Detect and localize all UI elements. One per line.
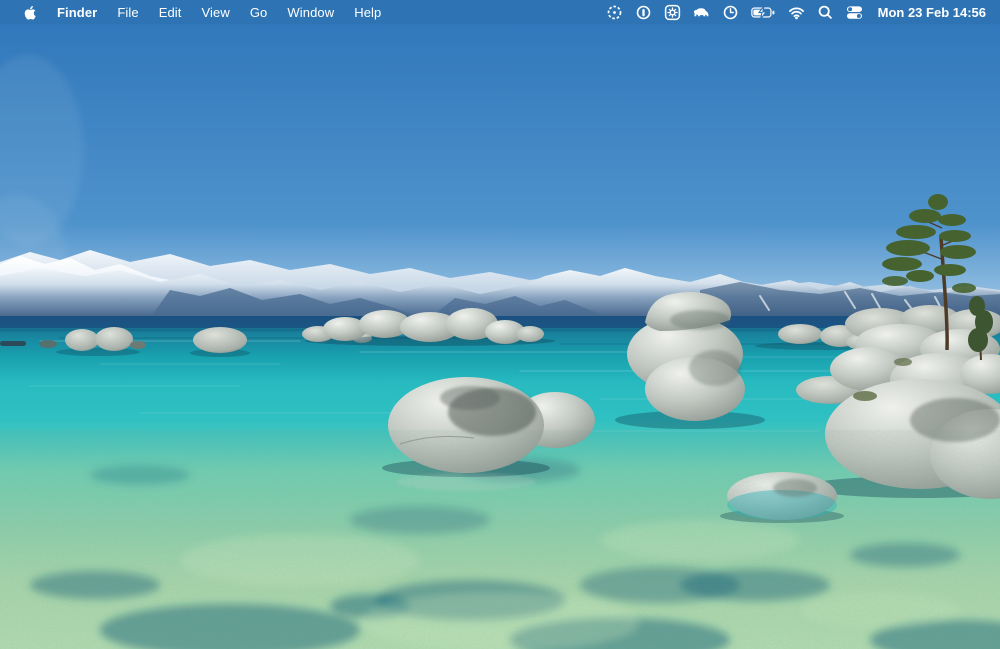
menu-file[interactable]: File (107, 0, 148, 24)
elephant-icon[interactable] (690, 0, 713, 24)
keyhole-circle-icon[interactable] (632, 0, 655, 24)
apple-menu[interactable] (12, 0, 47, 24)
gear-square-icon[interactable] (661, 0, 684, 24)
wifi-icon[interactable] (785, 0, 808, 24)
menu-left: Finder File Edit View Go Window Help (0, 0, 391, 24)
menu-go[interactable]: Go (240, 0, 278, 24)
apple-logo-icon (22, 4, 37, 21)
menu-app-name[interactable]: Finder (47, 0, 107, 24)
dashed-circle-icon[interactable] (603, 0, 626, 24)
clock-icon[interactable] (719, 0, 742, 24)
menu-window[interactable]: Window (277, 0, 344, 24)
battery-charging-icon[interactable] (748, 0, 779, 24)
menu-help[interactable]: Help (344, 0, 391, 24)
menu-bar-clock[interactable]: Mon 23 Feb 14:56 (872, 5, 990, 20)
spotlight-search-icon[interactable] (814, 0, 837, 24)
menu-edit[interactable]: Edit (149, 0, 192, 24)
desktop-wallpaper[interactable] (0, 0, 1000, 649)
status-area: Mon 23 Feb 14:56 (603, 0, 1000, 24)
macos-desktop: Finder File Edit View Go Window Help (0, 0, 1000, 649)
control-center-icon[interactable] (843, 0, 866, 24)
menu-view[interactable]: View (192, 0, 240, 24)
menu-bar: Finder File Edit View Go Window Help (0, 0, 1000, 24)
